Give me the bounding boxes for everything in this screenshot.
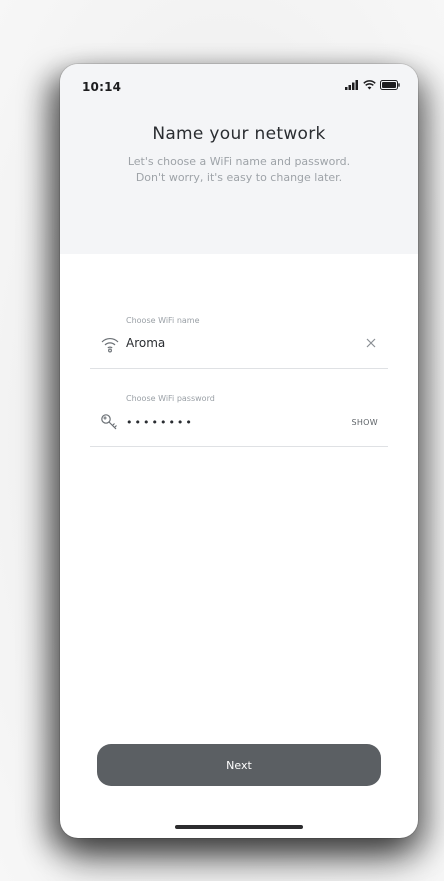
wifi-name-label: Choose WiFi name	[126, 316, 200, 325]
page-title: Name your network	[152, 124, 326, 144]
wifi-password-label: Choose WiFi password	[126, 394, 215, 403]
home-indicator[interactable]	[175, 825, 303, 829]
wifi-password-field[interactable]: Choose WiFi password SHOW	[90, 394, 388, 447]
subtitle-line-2: Don't worry, it's easy to change later.	[135, 171, 343, 184]
key-icon	[101, 414, 117, 430]
wifi-name-field[interactable]: Choose WiFi name	[90, 316, 388, 369]
wifi-icon	[101, 338, 119, 353]
wifi-password-input[interactable]	[126, 416, 326, 429]
wifi-icon	[363, 80, 376, 90]
signal-icon	[345, 80, 358, 90]
battery-icon	[380, 80, 400, 90]
show-password-button[interactable]: SHOW	[351, 418, 378, 427]
status-time: 10:14	[82, 80, 122, 94]
status-icons	[345, 80, 400, 90]
page-subtitle: Let's choose a WiFi name and password. D…	[80, 154, 398, 186]
close-icon[interactable]	[364, 336, 378, 350]
subtitle-line-1: Let's choose a WiFi name and password.	[127, 155, 351, 168]
wifi-name-input[interactable]	[126, 336, 326, 350]
next-button[interactable]: Next	[97, 744, 381, 786]
phone-screen: 10:14 Name your network Let's choose a W…	[60, 64, 418, 838]
status-bar: 10:14	[60, 64, 418, 108]
